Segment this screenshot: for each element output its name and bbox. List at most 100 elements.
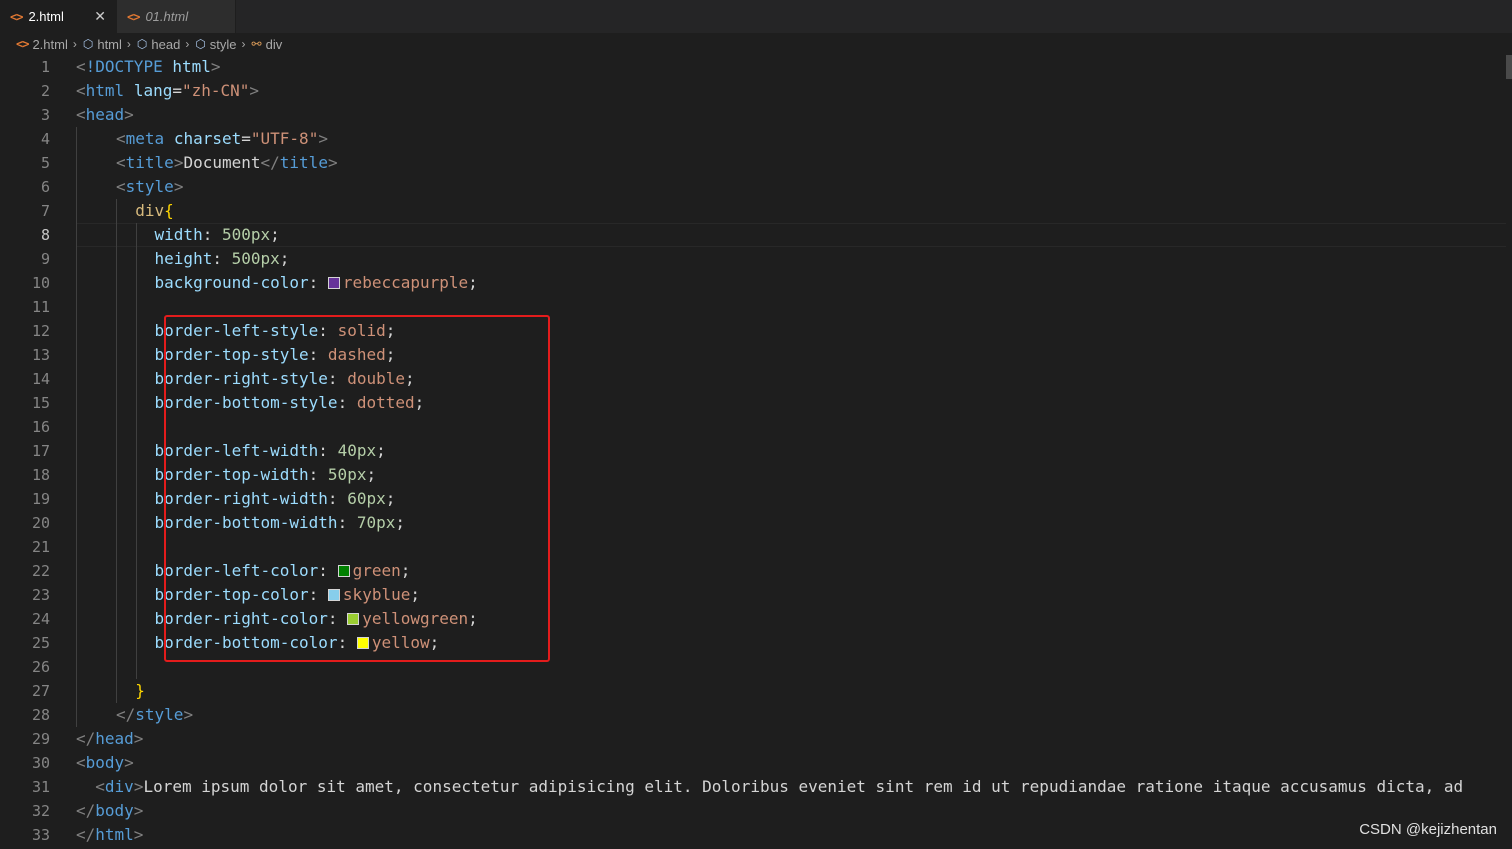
- code-token-text: :: [308, 465, 328, 484]
- indent-guide: [76, 151, 77, 175]
- code-line[interactable]: [76, 535, 1512, 559]
- code-line[interactable]: border-top-style: dashed;: [76, 343, 1512, 367]
- tab-2-html[interactable]: <> 2.html ✕: [0, 0, 117, 33]
- code-line[interactable]: <title>Document</title>: [76, 151, 1512, 175]
- line-number: 7: [40, 202, 50, 220]
- color-swatch[interactable]: [356, 637, 369, 649]
- code-token-tag: body: [95, 801, 134, 820]
- code-line[interactable]: <div>Lorem ipsum dolor sit amet, consect…: [76, 775, 1512, 799]
- code-line[interactable]: border-right-width: 60px;: [76, 487, 1512, 511]
- code-line[interactable]: border-bottom-color: yellow;: [76, 631, 1512, 655]
- tab-bar: <> 2.html ✕ <> 01.html: [0, 0, 1512, 33]
- indent-guide: [116, 583, 117, 607]
- code-token-text: ;: [279, 249, 290, 268]
- code-line[interactable]: border-right-color: yellowgreen;: [76, 607, 1512, 631]
- indent-guide: [116, 367, 117, 391]
- code-token-val: yellow: [371, 633, 430, 652]
- code-line[interactable]: </html>: [76, 823, 1512, 847]
- color-swatch[interactable]: [327, 589, 340, 601]
- breadcrumb-item-html[interactable]: ⬡ html: [83, 37, 122, 52]
- code-line[interactable]: border-right-style: double;: [76, 367, 1512, 391]
- tab-01-html[interactable]: <> 01.html: [117, 0, 236, 33]
- code-line[interactable]: background-color: rebeccapurple;: [76, 271, 1512, 295]
- breadcrumb-item-head[interactable]: ⬡ head: [137, 37, 180, 52]
- color-swatch[interactable]: [327, 277, 340, 289]
- breadcrumb-item-div[interactable]: ⚯ div: [252, 37, 283, 52]
- code-line[interactable]: div{: [76, 199, 1512, 223]
- indent-guide: [116, 487, 117, 511]
- code-token-num: 500px: [231, 249, 280, 268]
- code-token-punc: >: [133, 729, 144, 748]
- code-line[interactable]: <meta charset="UTF-8">: [76, 127, 1512, 151]
- code-line[interactable]: <html lang="zh-CN">: [76, 79, 1512, 103]
- indent-guide: [76, 415, 77, 439]
- code-token-text: ;: [414, 393, 425, 412]
- code-token-punc: >: [327, 153, 338, 172]
- close-icon[interactable]: ✕: [94, 8, 106, 25]
- code-line[interactable]: border-bottom-style: dotted;: [76, 391, 1512, 415]
- breadcrumb-label: style: [209, 36, 237, 52]
- cube-icon: ⬡: [195, 37, 206, 51]
- code-token-punc: </: [76, 729, 96, 748]
- line-number: 2: [40, 82, 50, 100]
- code-token-punc: >: [124, 753, 134, 772]
- code-line[interactable]: border-bottom-width: 70px;: [76, 511, 1512, 535]
- indent-guide: [136, 583, 137, 607]
- indent-guide: [136, 415, 137, 439]
- line-number: 33: [31, 826, 50, 844]
- code-line[interactable]: </head>: [76, 727, 1512, 751]
- code-token-punc: >: [183, 705, 194, 724]
- indent-guide: [136, 271, 137, 295]
- code-token-num: 60px: [347, 489, 386, 508]
- indent-guide: [76, 271, 77, 295]
- code-token-punc: >: [133, 825, 144, 844]
- indent-guide: [76, 223, 77, 247]
- line-number: 10: [31, 274, 50, 292]
- code-token-num: 70px: [356, 513, 396, 532]
- code-line[interactable]: border-left-style: solid;: [76, 319, 1512, 343]
- code-token-text: =: [172, 81, 182, 100]
- breadcrumb-item-style[interactable]: ⬡ style: [195, 37, 236, 52]
- code-token-text: ;: [270, 225, 280, 244]
- indent-guide: [116, 463, 117, 487]
- line-number: 5: [40, 154, 50, 172]
- code-token-text: ;: [376, 441, 386, 460]
- code-line[interactable]: <!DOCTYPE html>: [76, 55, 1512, 79]
- line-number: 29: [31, 730, 50, 748]
- code-line[interactable]: border-top-width: 50px;: [76, 463, 1512, 487]
- line-number: 15: [31, 394, 50, 412]
- indent-guide: [76, 535, 77, 559]
- code-line[interactable]: width: 500px;: [76, 223, 1512, 247]
- code-line[interactable]: border-left-color: green;: [76, 559, 1512, 583]
- code-line[interactable]: [76, 295, 1512, 319]
- code-token-val: green: [352, 561, 401, 580]
- code-area[interactable]: <!DOCTYPE html> <html lang="zh-CN"> <head>…: [76, 55, 1512, 847]
- scrollbar-thumb[interactable]: [1506, 55, 1512, 79]
- code-line[interactable]: height: 500px;: [76, 247, 1512, 271]
- code-line[interactable]: <style>: [76, 175, 1512, 199]
- color-swatch[interactable]: [347, 613, 360, 625]
- code-token-prop: border-left-color: [154, 561, 319, 580]
- code-line[interactable]: border-left-width: 40px;: [76, 439, 1512, 463]
- code-token-text: ;: [385, 321, 396, 340]
- indent-guide: [116, 223, 117, 247]
- code-line[interactable]: <head>: [76, 103, 1512, 127]
- code-line[interactable]: border-top-color: skyblue;: [76, 583, 1512, 607]
- color-swatch[interactable]: [337, 565, 350, 577]
- code-editor[interactable]: 1 2 3 4 5 6 7 8 9 10 11 12 13 14 15 16 17 18 19 20 21 22 23 24 2…: [0, 55, 1512, 849]
- code-line[interactable]: [76, 655, 1512, 679]
- code-token-text: ;: [385, 345, 396, 364]
- code-line[interactable]: [76, 415, 1512, 439]
- indent-guide: [76, 175, 77, 199]
- code-line[interactable]: </style>: [76, 703, 1512, 727]
- code-token-val: double: [347, 369, 405, 388]
- code-line[interactable]: </body>: [76, 799, 1512, 823]
- breadcrumb-item-file[interactable]: <> 2.html: [16, 37, 68, 52]
- code-line[interactable]: }: [76, 679, 1512, 703]
- indent-guide: [136, 487, 137, 511]
- indent-guide: [116, 679, 117, 703]
- code-line[interactable]: <body>: [76, 751, 1512, 775]
